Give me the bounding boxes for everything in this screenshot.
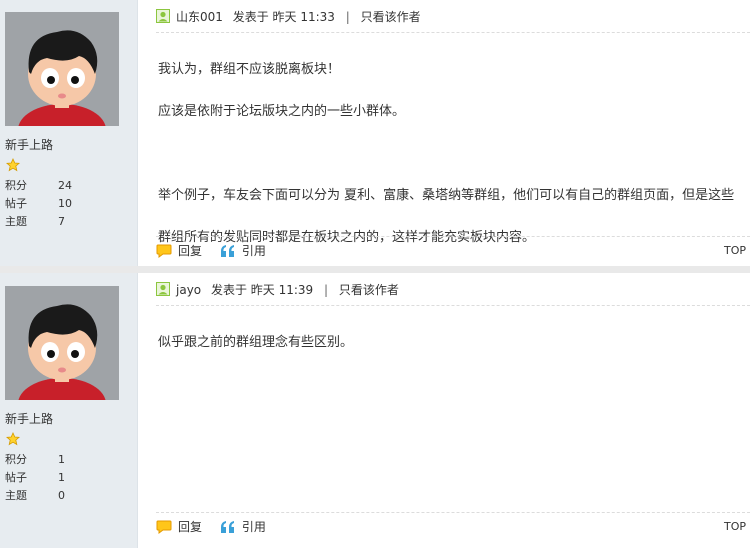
content-line: 举个例子，车友会下面可以分为 夏利、富康、桑塔纳等群组，他们可以有自己的群组页面…: [158, 188, 735, 203]
divider: |: [345, 10, 350, 24]
author-name[interactable]: 山东001: [176, 10, 223, 24]
quote-button[interactable]: 引用: [220, 237, 266, 265]
content-line: 应该是依附于论坛版块之内的一些小群体。: [158, 104, 406, 119]
reply-bubble-icon: [156, 244, 172, 258]
post-1: 新手上路 积分 24 帖子 10 主题 7 山东001 发表于 昨天 11:33 | …: [0, 0, 750, 266]
reply-button[interactable]: 回复: [156, 513, 202, 541]
author-sidebar: 新手上路 积分 1 帖子 1 主题 0: [0, 273, 138, 548]
post-footer: 回复 引用 TOP: [156, 236, 750, 265]
user-stats: 积分 24 帖子 10 主题 7: [5, 177, 72, 231]
author-sidebar: 新手上路 积分 24 帖子 10 主题 7: [0, 0, 138, 266]
post-main: jayo 发表于 昨天 11:39 | 只看该作者 似乎跟之前的群组理念有些区别…: [138, 273, 750, 548]
post-time: 发表于 昨天 11:33: [232, 10, 335, 24]
post-header: jayo 发表于 昨天 11:39 | 只看该作者: [156, 281, 750, 306]
stat-posts: 帖子 10: [5, 197, 72, 210]
reply-label: 回复: [178, 244, 203, 258]
stat-points: 积分 1: [5, 453, 65, 466]
avatar[interactable]: [5, 12, 119, 126]
quote-label: 引用: [241, 520, 266, 534]
only-author-link[interactable]: 只看该作者: [339, 283, 399, 297]
post-2: 新手上路 积分 1 帖子 1 主题 0 jayo 发表于 昨天 11:39 | 只看该…: [0, 273, 750, 548]
post-content: 我认为，群组不应该脱离板块！ 应该是依附于论坛版块之内的一些小群体。 举个例子，…: [158, 38, 746, 269]
post-main: 山东001 发表于 昨天 11:33 | 只看该作者 我认为，群组不应该脱离板块…: [138, 0, 750, 266]
divider: |: [324, 283, 329, 297]
reply-button[interactable]: 回复: [156, 237, 202, 265]
post-footer: 回复 引用 TOP: [156, 512, 750, 541]
author-name[interactable]: jayo: [176, 283, 201, 297]
stat-posts: 帖子 1: [5, 471, 65, 484]
user-rank: 新手上路: [5, 138, 54, 152]
post-content: 似乎跟之前的群组理念有些区别。: [158, 311, 746, 374]
quote-label: 引用: [241, 244, 266, 258]
reply-bubble-icon: [156, 520, 172, 534]
user-icon: [156, 9, 170, 23]
content-blank: [158, 143, 746, 164]
top-link[interactable]: TOP: [724, 513, 746, 541]
stat-points: 积分 24: [5, 179, 72, 192]
quote-icon: [220, 521, 234, 533]
user-stats: 积分 1 帖子 1 主题 0: [5, 451, 65, 505]
stat-threads: 主题 0: [5, 489, 65, 502]
post-time: 发表于 昨天 11:39: [210, 283, 314, 297]
stat-threads: 主题 7: [5, 215, 65, 228]
only-author-link[interactable]: 只看该作者: [361, 10, 421, 24]
quote-icon: [220, 245, 234, 257]
post-header: 山东001 发表于 昨天 11:33 | 只看该作者: [156, 8, 750, 33]
reply-label: 回复: [178, 520, 203, 534]
avatar[interactable]: [5, 286, 119, 400]
top-link[interactable]: TOP: [724, 237, 746, 265]
content-line: 我认为，群组不应该脱离板块！: [158, 62, 341, 77]
content-line: 似乎跟之前的群组理念有些区别。: [158, 335, 354, 350]
star-icon: [6, 158, 20, 172]
quote-button[interactable]: 引用: [220, 513, 266, 541]
user-icon: [156, 282, 170, 296]
star-icon: [6, 432, 20, 446]
user-rank: 新手上路: [5, 412, 54, 426]
thread: 新手上路 积分 24 帖子 10 主题 7 山东001 发表于 昨天 11:33 | …: [0, 0, 750, 548]
